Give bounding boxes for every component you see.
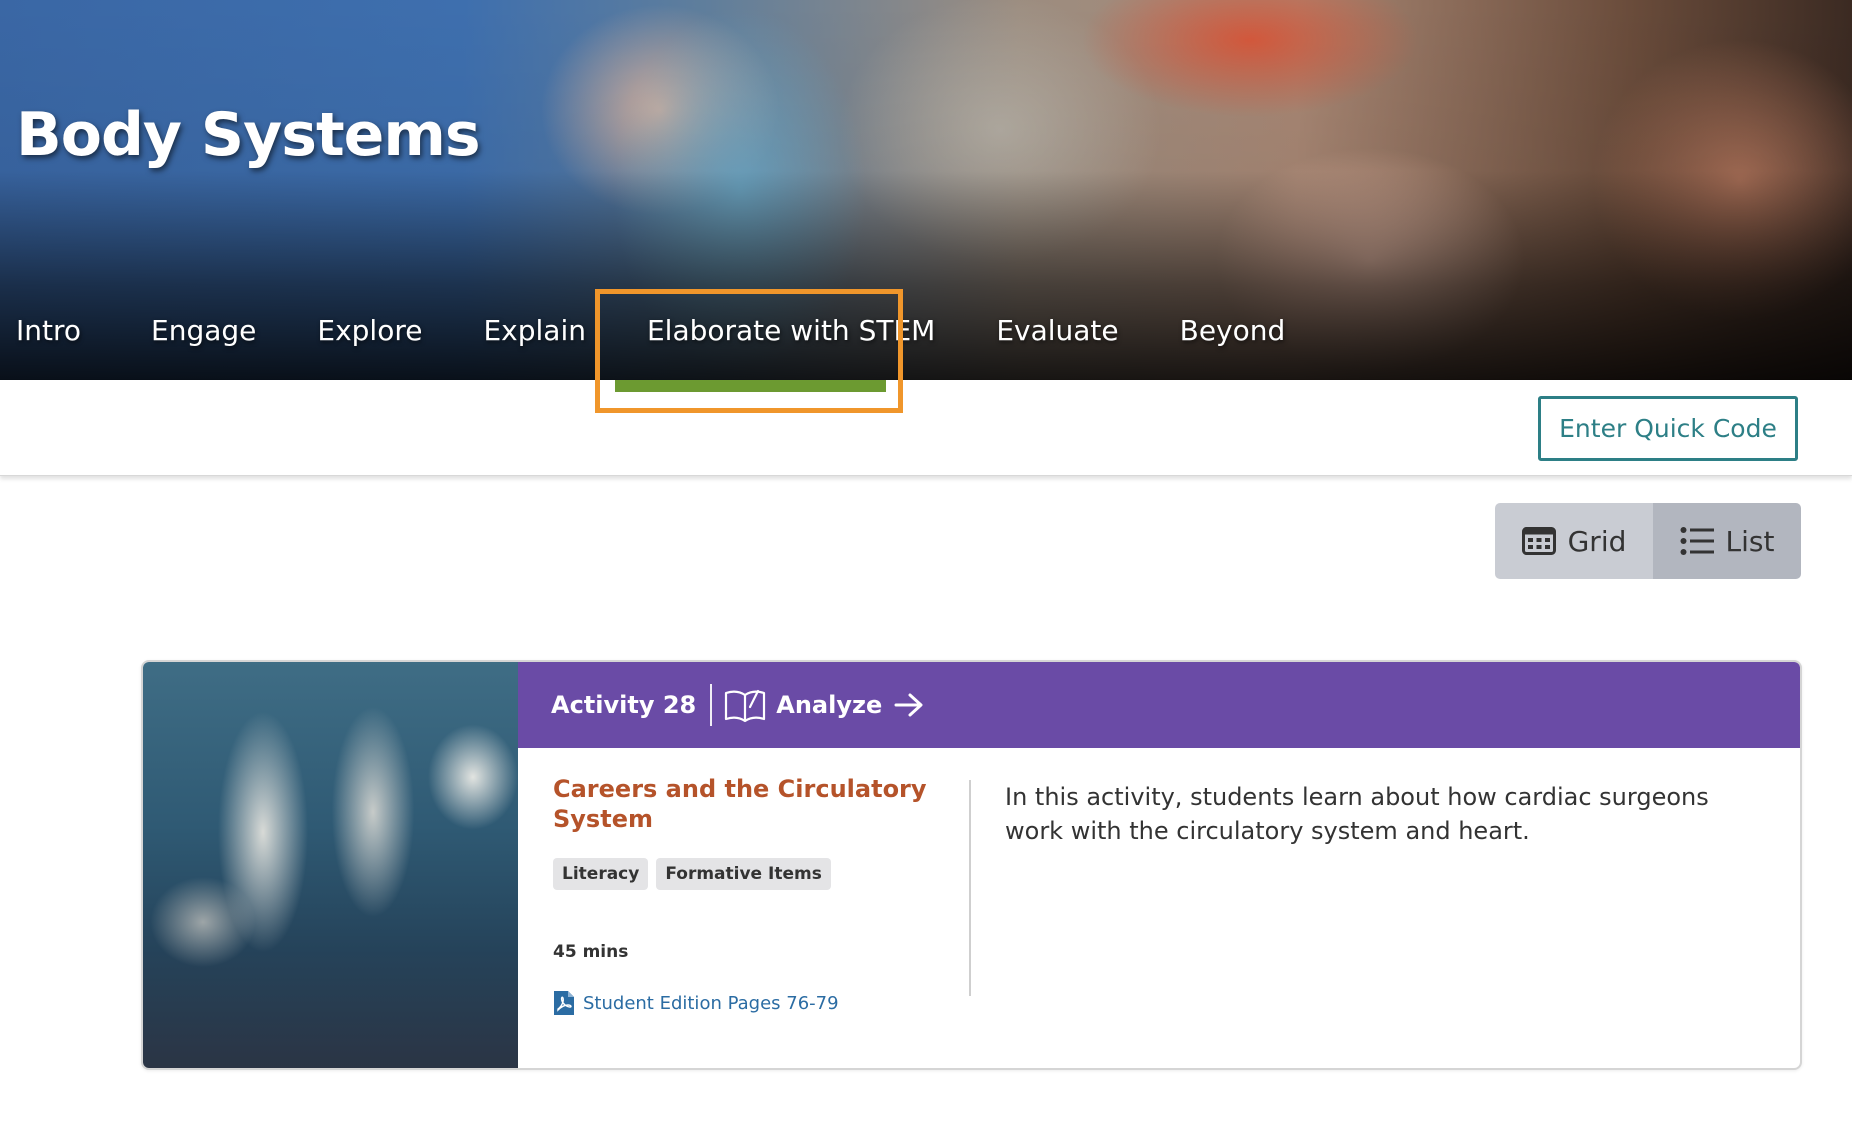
unit-tabs: Intro Engage Explore Explain Elaborate w… bbox=[0, 300, 1330, 380]
activity-thumbnail bbox=[143, 662, 518, 1068]
tab-elaborate-with-stem[interactable]: Elaborate with STEM bbox=[631, 300, 951, 380]
list-icon bbox=[1680, 527, 1714, 555]
list-view-label: List bbox=[1725, 524, 1775, 558]
hero-banner: Body Systems Intro Engage Explore Explai… bbox=[0, 0, 1852, 380]
tab-evaluate[interactable]: Evaluate bbox=[980, 300, 1134, 380]
activity-duration: 45 mins bbox=[553, 942, 629, 962]
activity-details: Careers and the Circulatory System Liter… bbox=[553, 774, 953, 1016]
tab-explore[interactable]: Explore bbox=[301, 300, 438, 380]
grid-view-button[interactable]: Grid bbox=[1495, 503, 1653, 579]
grid-icon bbox=[1521, 527, 1556, 555]
grid-view-label: Grid bbox=[1567, 524, 1627, 558]
pdf-icon bbox=[554, 991, 574, 1015]
student-edition-link-label: Student Edition Pages 76-79 bbox=[583, 992, 839, 1014]
tab-intro[interactable]: Intro bbox=[0, 300, 97, 380]
activity-description: In this activity, students learn about h… bbox=[1005, 783, 1709, 845]
student-edition-link[interactable]: Student Edition Pages 76-79 bbox=[553, 990, 953, 1016]
arrow-right-icon[interactable] bbox=[894, 692, 924, 718]
activity-header: Activity 28 Analyze bbox=[518, 662, 1800, 748]
active-tab-indicator bbox=[615, 380, 886, 392]
tag-literacy: Literacy bbox=[553, 858, 649, 890]
tab-beyond[interactable]: Beyond bbox=[1164, 300, 1302, 380]
view-toggle: Grid List bbox=[1495, 503, 1801, 579]
activity-title[interactable]: Careers and the Circulatory System bbox=[553, 774, 953, 834]
card-divider bbox=[969, 780, 971, 996]
list-view-button[interactable]: List bbox=[1653, 503, 1801, 579]
activity-type: Analyze bbox=[776, 691, 883, 719]
tab-explain[interactable]: Explain bbox=[467, 300, 602, 380]
enter-quick-code-button[interactable]: Enter Quick Code bbox=[1538, 396, 1798, 461]
activity-tags: Literacy Formative Items bbox=[553, 858, 953, 890]
tag-formative-items: Formative Items bbox=[656, 858, 831, 890]
activity-number: Activity 28 bbox=[551, 691, 697, 719]
page-title: Body Systems bbox=[16, 100, 481, 170]
activity-card: Activity 28 Analyze Careers and the Circ… bbox=[141, 660, 1802, 1070]
header-divider bbox=[710, 684, 713, 726]
tab-engage[interactable]: Engage bbox=[135, 300, 272, 380]
open-book-icon bbox=[725, 689, 766, 723]
